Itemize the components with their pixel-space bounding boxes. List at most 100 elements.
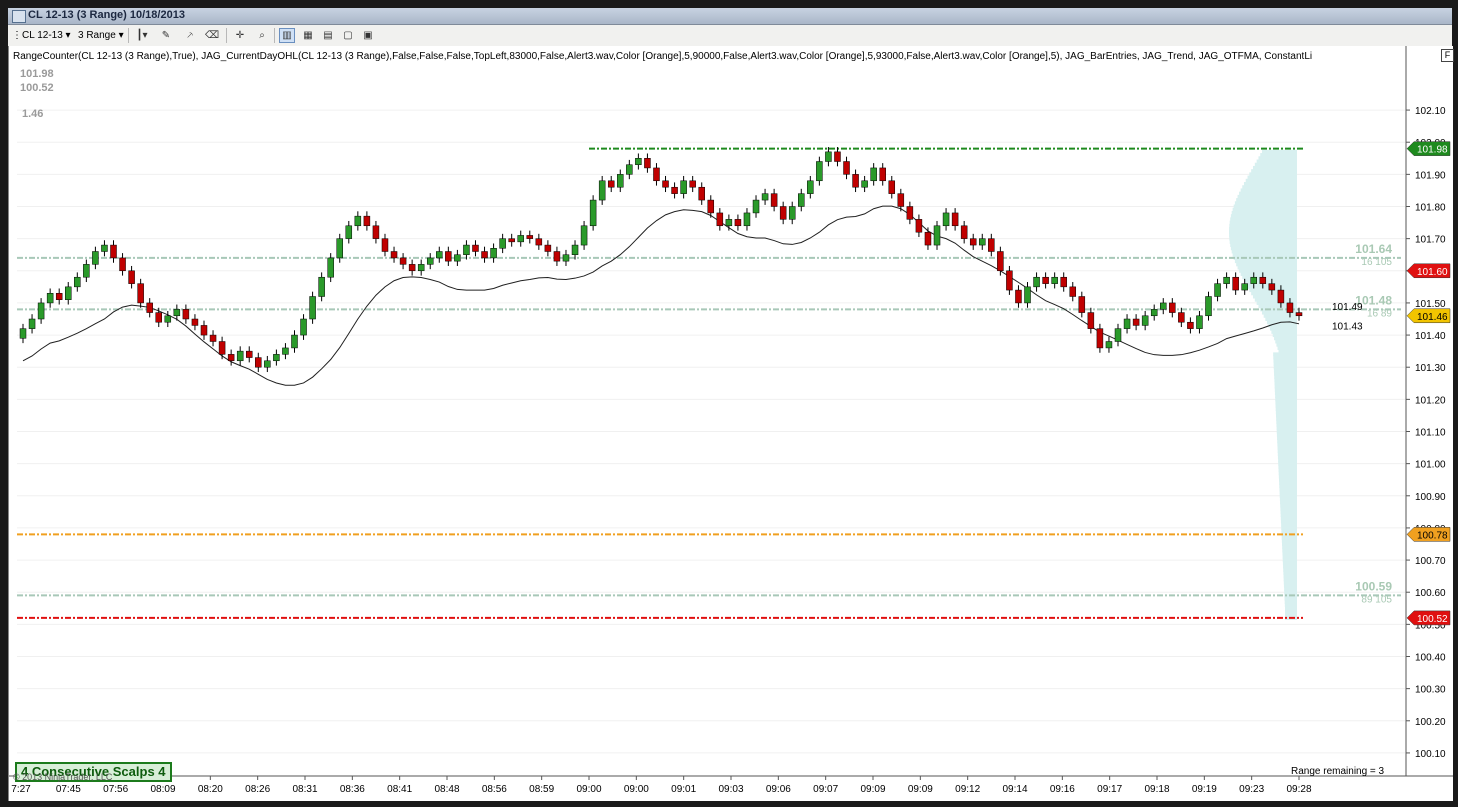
candle-body — [770, 193, 778, 207]
x-tick-label: 08:41 — [387, 784, 412, 795]
x-tick-label: 08:36 — [340, 784, 365, 795]
bar-type-icon[interactable]: ┃▾ — [134, 28, 150, 43]
drawing-tool-icon[interactable]: ✎ — [158, 28, 174, 43]
candle-body — [1006, 270, 1013, 291]
candle-body — [617, 174, 624, 188]
candle-body — [1250, 276, 1258, 284]
candle-body — [852, 174, 859, 188]
candle-body — [445, 251, 452, 262]
eraser-icon[interactable]: ⌫ — [204, 28, 220, 43]
properties-icon[interactable]: ▤ — [320, 28, 336, 43]
x-tick-label: 09:28 — [1286, 784, 1311, 795]
candle-body — [897, 193, 905, 207]
value-area-price-label: 101.64 — [1355, 242, 1392, 256]
chart-toolbar: ⋮ CL 12-13 ▾ 3 Range ▾ ┃▾ ✎ ⸕ ⌫ ✛ ⌕ ▥ ▦ … — [8, 25, 1452, 47]
close-value-label: 101.43 — [1332, 321, 1363, 332]
candle-body — [1114, 328, 1122, 342]
x-tick-label: 08:26 — [245, 784, 270, 795]
y-tick-label: 101.50 — [1415, 299, 1446, 310]
grip-icon: ⋮ — [12, 30, 22, 41]
y-tick-label: 101.00 — [1415, 460, 1446, 471]
candle-body — [716, 212, 724, 227]
candle-body — [1069, 286, 1077, 297]
candle-body — [399, 257, 407, 265]
candle-body — [1196, 315, 1203, 329]
trade-icon[interactable]: ▢ — [340, 28, 356, 43]
candle-body — [906, 206, 914, 220]
candle-body — [1205, 296, 1212, 317]
candle-body — [825, 151, 832, 162]
candle-body — [119, 257, 126, 272]
toolbar-separator — [274, 28, 275, 43]
candle-body — [535, 238, 543, 246]
chart-panel[interactable]: 102.10102.00101.90101.80101.70101.60101.… — [8, 46, 1454, 801]
price-tag-label: 100.78 — [1417, 530, 1448, 541]
candle-body — [191, 318, 199, 326]
candle-body — [55, 293, 63, 300]
candle-body — [1268, 283, 1276, 291]
candle-body — [291, 334, 298, 349]
candle-body — [653, 167, 660, 182]
candle-body — [472, 244, 479, 252]
instrument-selector[interactable]: CL 12-13 ▾ — [22, 28, 71, 43]
x-tick-label: 09:19 — [1192, 784, 1217, 795]
candle-body — [417, 264, 425, 272]
value-area-volume-label: 16 105 — [1361, 257, 1392, 268]
window-title: CL 12-13 (3 Range) 10/18/2013 — [28, 9, 185, 21]
indicator-list: RangeCounter(CL 12-13 (3 Range),True), J… — [13, 51, 1313, 62]
x-tick-label: 09:03 — [718, 784, 743, 795]
fullscreen-button[interactable]: F — [1441, 49, 1454, 62]
candle-body — [1277, 289, 1285, 304]
candle-body — [680, 180, 687, 194]
candle-body — [218, 341, 226, 355]
x-tick-label: 09:01 — [671, 784, 696, 795]
candle-body — [834, 151, 841, 162]
candle-body — [816, 161, 823, 182]
ohl-range-value: 1.46 — [22, 108, 44, 120]
candle-body — [454, 254, 461, 262]
candle-body — [264, 360, 271, 368]
candle-body — [1033, 276, 1040, 288]
x-tick-label: 09:14 — [1002, 784, 1027, 795]
x-tick-label: 09:00 — [624, 784, 649, 795]
chart-style-icon[interactable]: ▥ — [279, 28, 295, 43]
candle-body — [381, 238, 389, 252]
price-chart[interactable]: 102.10102.00101.90101.80101.70101.60101.… — [9, 46, 1453, 801]
candle-body — [1178, 312, 1185, 323]
candle-body — [1024, 286, 1031, 304]
candle-body — [1160, 302, 1167, 310]
candle-body — [969, 238, 977, 246]
candle-body — [282, 347, 289, 355]
crosshair-icon[interactable]: ✛ — [232, 28, 248, 43]
candle-body — [1295, 312, 1303, 317]
x-tick-label: 08:48 — [434, 784, 459, 795]
brush-icon[interactable]: ⸕ — [182, 28, 198, 43]
x-tick-label: 09:16 — [1050, 784, 1075, 795]
data-box-icon[interactable]: ▦ — [300, 28, 316, 43]
candle-body — [807, 180, 814, 194]
candle-body — [553, 251, 561, 262]
candle-body — [363, 215, 371, 227]
candle-body — [562, 254, 570, 262]
candle-body — [318, 276, 325, 297]
candle-body — [644, 158, 651, 169]
candle-body — [101, 244, 108, 252]
candle-body — [1141, 315, 1149, 326]
candle-body — [426, 257, 434, 265]
zoom-icon[interactable]: ⌕ — [254, 28, 270, 43]
candle-body — [580, 225, 588, 246]
candle-body — [779, 206, 787, 220]
candle-body — [209, 334, 217, 342]
candle-body — [37, 302, 45, 320]
x-tick-label: 09:07 — [813, 784, 838, 795]
bar-type-selector[interactable]: 3 Range ▾ — [78, 28, 124, 43]
chart-window: CL 12-13 (3 Range) 10/18/2013 ⋮ CL 12-13… — [0, 0, 1458, 807]
candle-body — [245, 350, 253, 358]
y-tick-label: 100.20 — [1415, 717, 1446, 728]
template-icon[interactable]: ▣ — [360, 28, 376, 43]
y-tick-label: 102.10 — [1415, 106, 1446, 117]
candle-body — [1286, 302, 1294, 313]
candle-body — [1241, 283, 1248, 291]
candle-body — [1187, 321, 1194, 329]
candle-body — [798, 193, 805, 207]
